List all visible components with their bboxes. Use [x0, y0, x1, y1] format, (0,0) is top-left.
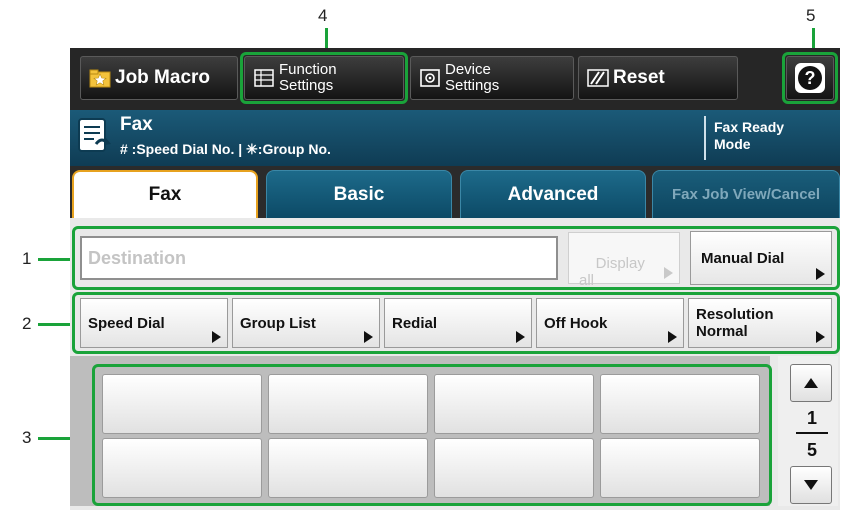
current-page: 1 — [806, 408, 817, 428]
quick-dial-key[interactable] — [600, 438, 760, 498]
destination-input[interactable]: Destination — [80, 236, 558, 280]
display-all-button[interactable]: Display all — [568, 232, 680, 289]
triangle-down-icon — [804, 480, 818, 490]
fax-status: Fax Ready Mode — [704, 116, 834, 160]
page-up-button[interactable] — [790, 364, 832, 402]
screen: 4 5 1 2 3 Job Macro Function Settings De… — [0, 0, 843, 510]
quick-dial-key[interactable] — [268, 438, 428, 498]
arrow-right-icon — [364, 331, 373, 343]
quick-dial-key[interactable] — [102, 374, 262, 434]
tab-fax[interactable]: Fax — [72, 170, 258, 218]
manual-dial-button[interactable]: Manual Dial — [690, 231, 832, 285]
quick-dial-key[interactable] — [102, 438, 262, 498]
device-icon — [419, 67, 441, 89]
speed-dial-button[interactable]: Speed Dial — [80, 298, 228, 348]
off-hook-label: Off Hook — [544, 314, 608, 332]
arrow-right-icon — [516, 331, 525, 343]
device-settings-label: Device Settings — [445, 61, 500, 94]
arrow-right-icon — [668, 331, 677, 343]
callout-4: 4 — [318, 6, 328, 25]
page-down-button[interactable] — [790, 466, 832, 504]
tab-fax-job-view-cancel[interactable]: Fax Job View/Cancel — [652, 170, 840, 218]
job-macro-label: Job Macro — [115, 67, 211, 88]
highlight-help — [782, 52, 838, 104]
group-list-label: Group List — [240, 314, 316, 332]
callout-2-line — [38, 323, 74, 326]
redial-label: Redial — [392, 314, 438, 332]
display-all-label: Display all — [579, 255, 645, 289]
callout-2: 2 — [22, 314, 32, 333]
reset-label: Reset — [613, 67, 665, 88]
arrow-right-icon — [664, 267, 673, 279]
manual-dial-label: Manual Dial — [701, 249, 785, 267]
page-divider — [796, 432, 828, 434]
arrow-right-icon — [816, 331, 825, 343]
callout-1-line — [38, 258, 74, 261]
star-folder-icon — [89, 67, 111, 89]
callout-1: 1 — [22, 249, 32, 268]
quick-dial-key[interactable] — [434, 438, 594, 498]
dial-hint: # :Speed Dial No. | ✳:Group No. — [120, 141, 331, 157]
highlight-function-settings — [240, 52, 408, 104]
device-settings-button[interactable]: Device Settings — [410, 56, 574, 100]
callout-3: 3 — [22, 428, 32, 447]
reset-button[interactable]: Reset — [578, 56, 738, 100]
group-list-button[interactable]: Group List — [232, 298, 380, 348]
mode-title: Fax — [120, 114, 153, 135]
fax-icon — [78, 118, 112, 154]
quick-dial-key[interactable] — [268, 374, 428, 434]
resolution-button[interactable]: Resolution Normal — [688, 298, 832, 348]
redial-button[interactable]: Redial — [384, 298, 532, 348]
quick-dial-key[interactable] — [434, 374, 594, 434]
total-pages: 5 — [806, 440, 817, 460]
arrow-right-icon — [816, 268, 825, 280]
arrow-right-icon — [212, 331, 221, 343]
resolution-label: Resolution Normal — [696, 306, 774, 340]
speed-dial-label: Speed Dial — [88, 314, 165, 332]
quick-dial-key[interactable] — [600, 374, 760, 434]
off-hook-button[interactable]: Off Hook — [536, 298, 684, 348]
triangle-up-icon — [804, 378, 818, 388]
callout-5: 5 — [806, 6, 816, 25]
job-macro-button[interactable]: Job Macro — [80, 56, 238, 100]
tab-advanced[interactable]: Advanced — [460, 170, 646, 218]
reset-icon — [587, 67, 609, 89]
tab-basic[interactable]: Basic — [266, 170, 452, 218]
